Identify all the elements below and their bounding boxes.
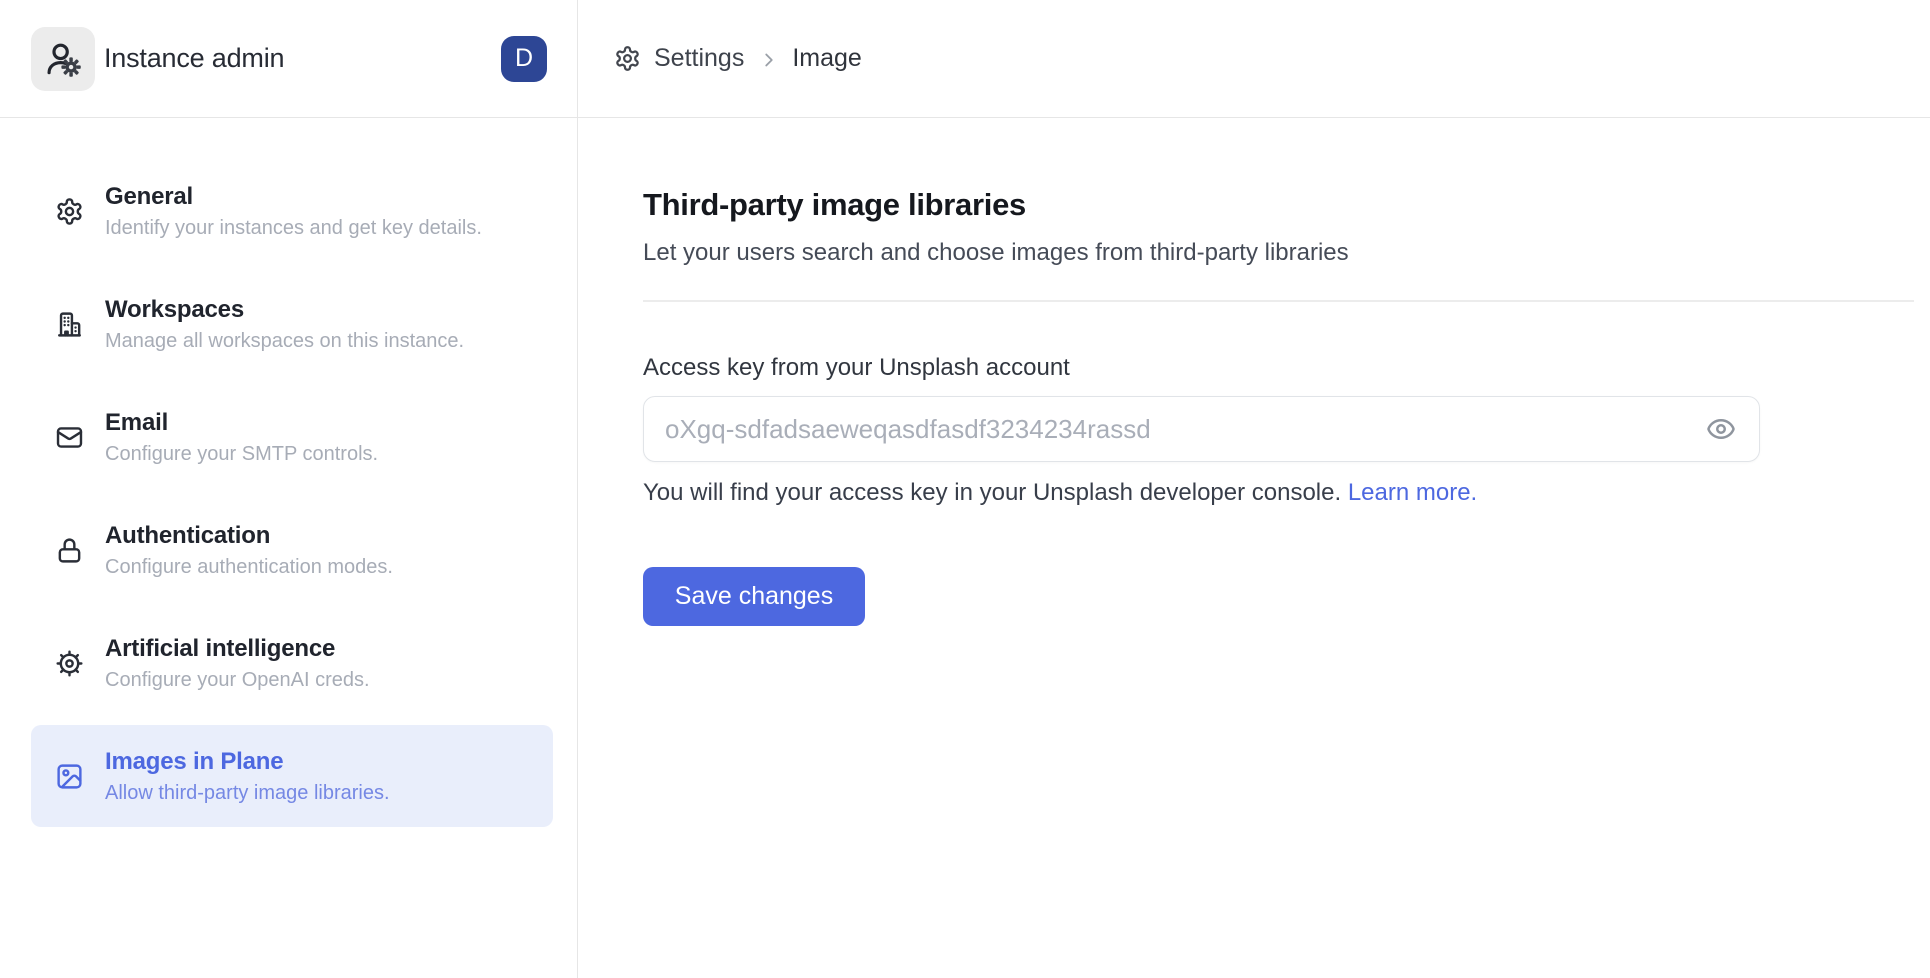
instance-admin-badge (31, 27, 95, 91)
sidebar-item-label: Artificial intelligence (105, 635, 370, 663)
user-avatar[interactable]: D (501, 36, 547, 82)
sidebar-item-label: Authentication (105, 522, 393, 550)
sidebar-item-label: Workspaces (105, 296, 464, 324)
save-changes-button[interactable]: Save changes (643, 567, 865, 626)
sidebar-item-description: Manage all workspaces on this instance. (105, 330, 464, 353)
instance-admin-app: Instance admin D Settings Image Ge (0, 0, 1930, 978)
sidebar-item-images-in-plane[interactable]: Images in Plane Allow third-party image … (31, 725, 553, 827)
sidebar-item-description: Configure your SMTP controls. (105, 443, 378, 466)
sidebar-item-workspaces[interactable]: Workspaces Manage all workspaces on this… (31, 273, 553, 375)
sidebar-item-label: Email (105, 409, 378, 437)
image-icon (55, 762, 84, 791)
breadcrumb-image: Image (792, 44, 861, 73)
eye-icon (1706, 414, 1736, 444)
access-key-help: You will find your access key in your Un… (643, 479, 1914, 507)
sidebar-item-general[interactable]: General Identify your instances and get … (31, 160, 553, 262)
settings-image-panel: Third-party image libraries Let your use… (578, 118, 1930, 978)
toggle-key-visibility-button[interactable] (1704, 412, 1738, 446)
settings-gear-icon (614, 45, 641, 72)
sidebar-item-artificial-intelligence[interactable]: Artificial intelligence Configure your O… (31, 612, 553, 714)
section-divider (643, 300, 1914, 302)
access-key-label: Access key from your Unsplash account (643, 354, 1914, 382)
lock-icon (55, 536, 84, 565)
page-title: Third-party image libraries (643, 186, 1914, 224)
sidebar-item-email[interactable]: Email Configure your SMTP controls. (31, 386, 553, 488)
sidebar-item-label: General (105, 183, 482, 211)
page-subtitle: Let your users search and choose images … (643, 239, 1914, 267)
user-gear-icon (44, 40, 82, 78)
breadcrumb-settings[interactable]: Settings (654, 44, 744, 73)
breadcrumb: Settings Image (578, 0, 1930, 118)
learn-more-link[interactable]: Learn more. (1348, 479, 1477, 506)
sidebar-item-authentication[interactable]: Authentication Configure authentication … (31, 499, 553, 601)
cog-icon (55, 649, 84, 678)
sidebar-header: Instance admin D (0, 0, 578, 118)
settings-sidebar: General Identify your instances and get … (0, 118, 578, 978)
app-title: Instance admin (104, 43, 284, 74)
sidebar-item-description: Allow third-party image libraries. (105, 782, 390, 805)
chevron-right-icon (758, 49, 780, 71)
sidebar-item-description: Configure authentication modes. (105, 556, 393, 579)
sidebar-item-description: Identify your instances and get key deta… (105, 217, 482, 240)
access-key-input[interactable] (643, 396, 1760, 462)
mail-icon (55, 423, 84, 452)
gear-icon (55, 197, 84, 226)
help-text: You will find your access key in your Un… (643, 479, 1341, 506)
sidebar-item-label: Images in Plane (105, 748, 390, 776)
access-key-field-wrap (643, 396, 1760, 462)
building-icon (55, 310, 84, 339)
sidebar-item-description: Configure your OpenAI creds. (105, 669, 370, 692)
